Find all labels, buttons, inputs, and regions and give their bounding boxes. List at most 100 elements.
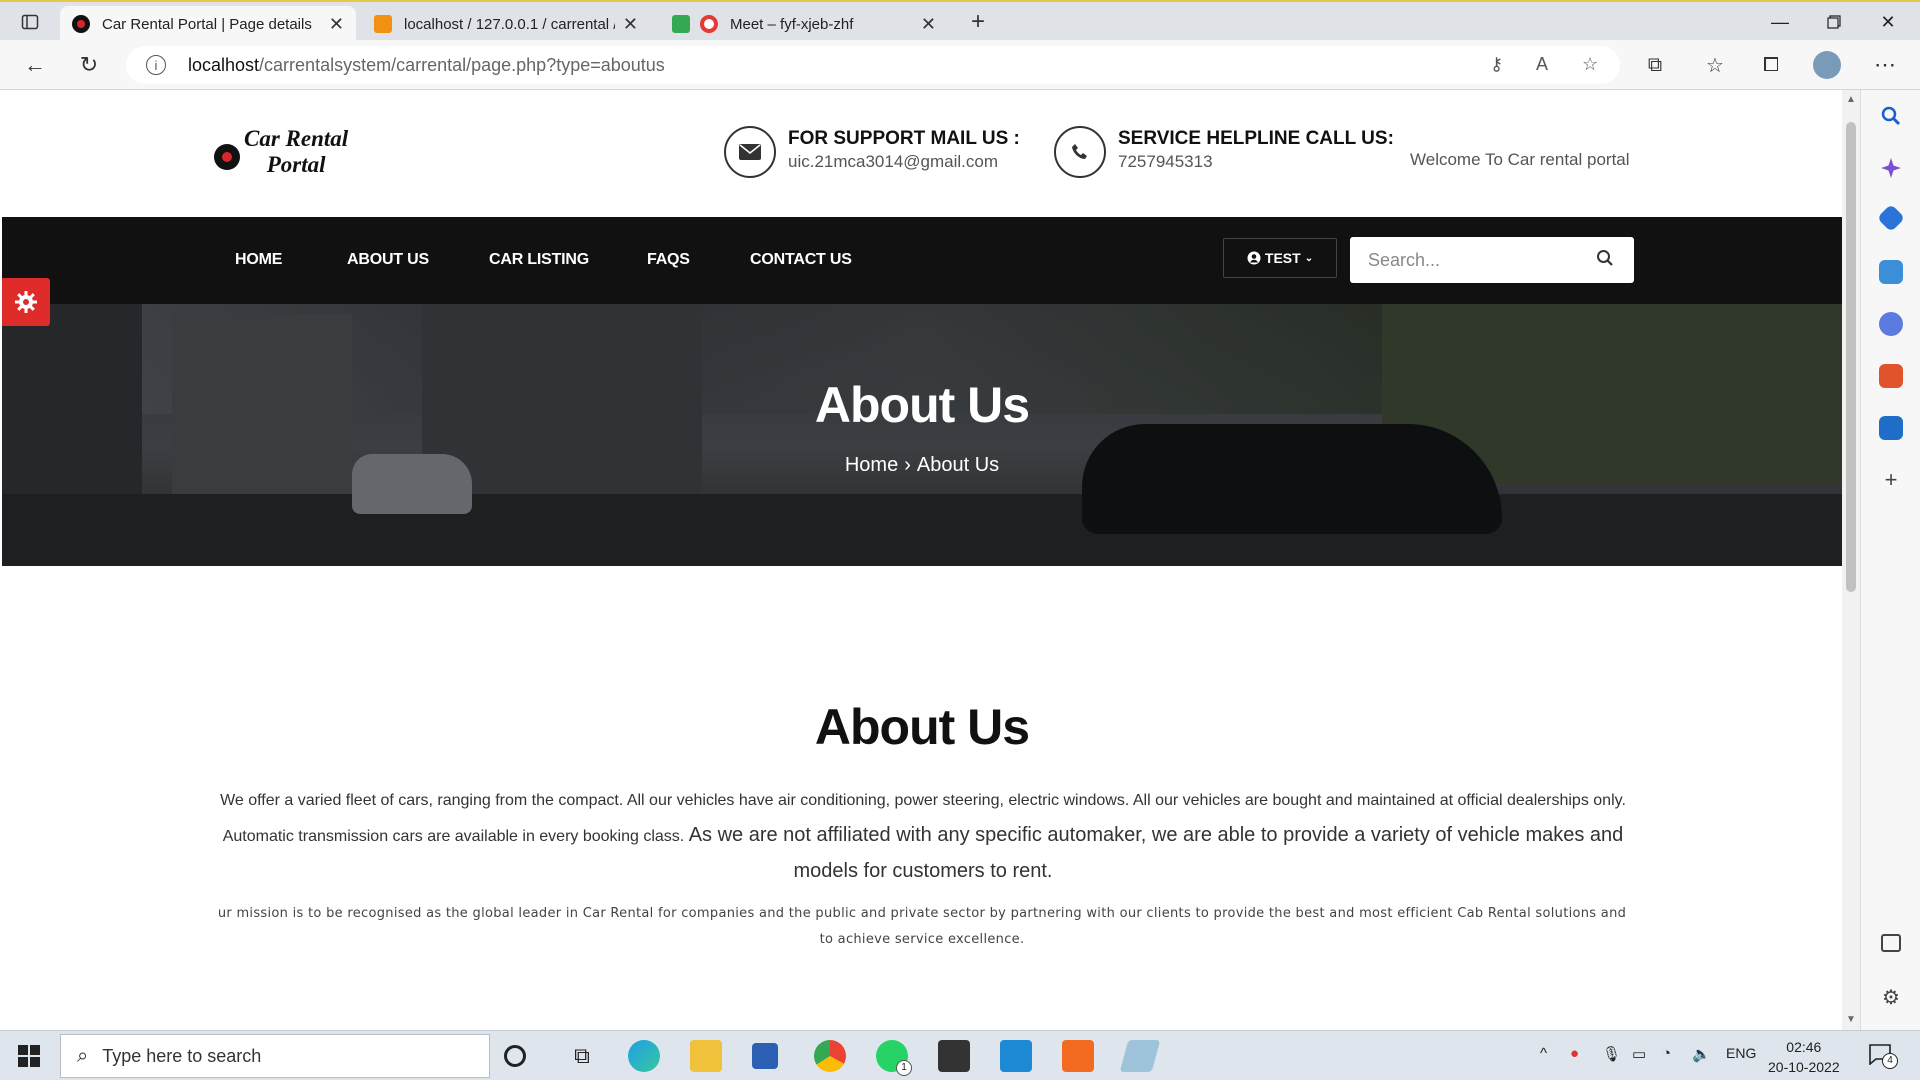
microphone-icon[interactable]: 🎙 bbox=[1602, 1045, 1621, 1063]
chevron-down-icon: ⌄ bbox=[1304, 252, 1314, 264]
file-explorer-icon[interactable] bbox=[690, 1040, 722, 1072]
close-tab-icon[interactable]: ✕ bbox=[329, 14, 344, 35]
close-window-icon[interactable]: ✕ bbox=[1868, 8, 1908, 36]
search-icon[interactable] bbox=[1879, 104, 1903, 128]
about-section: About Us We offer a varied fleet of cars… bbox=[2, 566, 1842, 1030]
nav-faqs[interactable]: FAQS bbox=[647, 251, 690, 269]
shopping-tag-icon[interactable] bbox=[1876, 203, 1906, 233]
breadcrumb-home[interactable]: Home bbox=[845, 454, 898, 476]
user-menu-button[interactable]: TEST ⌄ bbox=[1223, 238, 1337, 278]
search-icon: ⌕ bbox=[77, 1044, 89, 1067]
helpline: SERVICE HELPLINE CALL US: 7257945313 bbox=[1054, 126, 1394, 178]
whatsapp-app-icon[interactable]: 1 bbox=[876, 1040, 912, 1076]
style-switcher-toggle[interactable] bbox=[2, 278, 50, 326]
address-toolbar: ← ↻ i localhost/carrentalsystem/carrenta… bbox=[0, 40, 1920, 90]
settings-gear-icon[interactable]: ⚙ bbox=[1879, 986, 1903, 1010]
volume-icon[interactable]: 🔈 bbox=[1692, 1045, 1711, 1063]
tab-meet[interactable]: Meet – fyf-xjeb-zhf ✕ bbox=[660, 6, 948, 42]
support-label: FOR SUPPORT MAIL US : bbox=[788, 128, 1020, 149]
url-bar[interactable]: i localhost/carrentalsystem/carrental/pa… bbox=[126, 46, 1620, 84]
about-mission: ur mission is to be recognised as the gl… bbox=[217, 906, 1627, 947]
main-navbar: HOME ABOUT US CAR LISTING FAQS CONTACT U… bbox=[2, 217, 1842, 304]
envelope-icon bbox=[724, 126, 776, 178]
site-search bbox=[1350, 237, 1634, 283]
nav-car-listing[interactable]: CAR LISTING bbox=[489, 251, 589, 269]
phone-icon bbox=[1054, 126, 1106, 178]
url-path: /carrentalsystem/carrental/page.php?type… bbox=[259, 54, 665, 75]
support-email[interactable]: uic.21mca3014@gmail.com bbox=[788, 152, 1020, 172]
chrome-app-icon[interactable] bbox=[814, 1040, 846, 1072]
favorites-icon[interactable]: ☆ bbox=[1700, 50, 1730, 80]
welcome-text: Welcome To Car rental portal bbox=[1410, 150, 1630, 169]
banner-overlay bbox=[2, 304, 1842, 566]
copilot-icon[interactable] bbox=[1879, 156, 1903, 180]
about-heading: About Us bbox=[814, 699, 1030, 755]
clock-date: 20-10-2022 bbox=[1768, 1059, 1840, 1075]
tab-actions-icon[interactable] bbox=[18, 10, 42, 34]
scroll-down-icon[interactable]: ▼ bbox=[1846, 1014, 1856, 1025]
car-rental-favicon bbox=[72, 15, 90, 33]
close-tab-icon[interactable]: ✕ bbox=[921, 14, 936, 35]
banner-title: About Us bbox=[814, 377, 1030, 433]
helpline-label: SERVICE HELPLINE CALL US: bbox=[1118, 128, 1394, 149]
profile-avatar[interactable] bbox=[1812, 50, 1842, 80]
logo-line-1: Car Rental bbox=[244, 126, 349, 151]
search-input[interactable] bbox=[1368, 249, 1588, 271]
windows-start-icon[interactable] bbox=[18, 1045, 40, 1072]
read-aloud-icon[interactable]: A bbox=[1536, 54, 1548, 75]
new-tab-icon[interactable]: + bbox=[966, 8, 990, 35]
site-info-icon[interactable]: i bbox=[146, 55, 166, 75]
system-clock[interactable]: 02:46 20-10-2022 bbox=[1768, 1037, 1840, 1077]
logo-text: Car Rental Portal bbox=[244, 126, 348, 178]
vscode-app-icon[interactable] bbox=[1000, 1040, 1032, 1072]
add-favorite-icon[interactable]: ☆ bbox=[1582, 54, 1598, 75]
back-icon[interactable]: ← bbox=[20, 50, 50, 80]
breadcrumb-separator: › bbox=[904, 454, 911, 476]
url-host: localhost bbox=[188, 54, 260, 75]
scrollbar-thumb[interactable] bbox=[1846, 122, 1856, 592]
more-menu-icon[interactable]: ⋯ bbox=[1870, 50, 1900, 80]
taskbar-search[interactable]: ⌕ Type here to search bbox=[60, 1034, 490, 1078]
tab-car-rental[interactable]: Car Rental Portal | Page details ✕ bbox=[60, 6, 356, 42]
store-app-icon[interactable] bbox=[938, 1040, 970, 1072]
tools-icon[interactable] bbox=[1879, 260, 1903, 284]
page-scrollbar[interactable]: ▲ ▼ bbox=[1842, 90, 1860, 1030]
restore-icon[interactable] bbox=[1814, 8, 1854, 36]
notifications-icon[interactable]: 4 bbox=[1868, 1043, 1898, 1070]
network-warning-icon[interactable]: ● bbox=[1570, 1045, 1579, 1062]
tray-overflow-icon[interactable]: ^ bbox=[1540, 1045, 1547, 1062]
edge-app-icon[interactable] bbox=[628, 1040, 660, 1072]
refresh-icon[interactable]: ↻ bbox=[74, 50, 104, 80]
cortana-icon[interactable] bbox=[504, 1045, 526, 1067]
task-view-icon[interactable]: ⧉ bbox=[566, 1040, 598, 1072]
close-tab-icon[interactable]: ✕ bbox=[623, 14, 638, 35]
word-app-icon[interactable] bbox=[752, 1043, 778, 1069]
collections-icon[interactable]: ⧠ bbox=[1756, 50, 1786, 80]
add-icon[interactable]: + bbox=[1879, 468, 1903, 492]
key-icon[interactable]: ⚷ bbox=[1490, 54, 1503, 75]
nav-contact-us[interactable]: CONTACT US bbox=[750, 251, 852, 269]
search-icon[interactable] bbox=[1596, 249, 1614, 272]
office-icon[interactable] bbox=[1879, 364, 1903, 388]
whatsapp-badge: 1 bbox=[896, 1060, 912, 1076]
language-indicator[interactable]: ENG bbox=[1726, 1045, 1756, 1061]
helpline-phone[interactable]: 7257945313 bbox=[1118, 152, 1394, 172]
clock-time: 02:46 bbox=[1786, 1039, 1822, 1055]
outlook-icon[interactable] bbox=[1879, 416, 1903, 440]
tab-title: Meet – fyf-xjeb-zhf bbox=[730, 15, 854, 33]
nav-home[interactable]: HOME bbox=[235, 251, 282, 269]
app-icon[interactable] bbox=[1119, 1040, 1161, 1072]
xampp-app-icon[interactable] bbox=[1062, 1040, 1094, 1072]
tab-phpmyadmin[interactable]: localhost / 127.0.0.1 / carrental / ✕ bbox=[362, 6, 650, 42]
breadcrumb-current: About Us bbox=[916, 454, 1000, 476]
site-header: Car Rental Portal FOR SUPPORT MAIL US : … bbox=[2, 90, 1842, 217]
hide-sidebar-icon[interactable] bbox=[1881, 934, 1901, 952]
games-icon[interactable] bbox=[1879, 312, 1903, 336]
battery-icon[interactable]: ▭ bbox=[1632, 1045, 1646, 1063]
minimize-icon[interactable]: — bbox=[1760, 8, 1800, 36]
nav-about-us[interactable]: ABOUT US bbox=[347, 251, 429, 269]
scroll-up-icon[interactable]: ▲ bbox=[1846, 94, 1856, 105]
extensions-icon[interactable]: ⧉ bbox=[1640, 50, 1670, 80]
site-logo[interactable]: Car Rental Portal bbox=[214, 126, 348, 178]
wifi-icon[interactable]: ◔ bbox=[1662, 1045, 1671, 1062]
